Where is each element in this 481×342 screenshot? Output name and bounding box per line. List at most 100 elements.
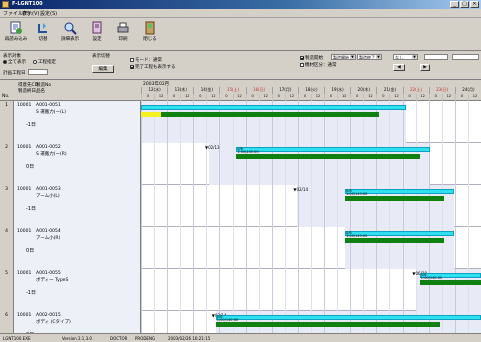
grid-line bbox=[258, 227, 260, 269]
filter-spinner[interactable] bbox=[28, 69, 48, 75]
row-delta: -1日 bbox=[26, 206, 36, 212]
day-header: 21(金) bbox=[376, 87, 402, 94]
grid-line bbox=[219, 269, 221, 311]
detail-button[interactable]: 詳細表示 bbox=[57, 21, 83, 48]
gantt-bar[interactable] bbox=[141, 112, 162, 117]
mode-checkbox[interactable]: モード：通常 bbox=[130, 57, 162, 63]
bar-label: 1:00/140:00 bbox=[216, 318, 239, 322]
gantt-bar[interactable] bbox=[215, 322, 441, 327]
grid-line bbox=[206, 185, 208, 227]
grid-line bbox=[245, 269, 247, 311]
grid-line bbox=[415, 101, 417, 143]
grid-line bbox=[271, 185, 273, 227]
gantt-bar[interactable] bbox=[419, 280, 481, 285]
table-row[interactable]: 1 10001 A001-0051 S 運搬力(ー(L) -1日 bbox=[0, 101, 481, 143]
grid-line bbox=[206, 227, 208, 269]
grid-line bbox=[376, 269, 378, 311]
gantt-bar[interactable] bbox=[345, 238, 444, 243]
row-ident: A001-0052 bbox=[36, 145, 61, 150]
grid-line bbox=[454, 101, 456, 143]
grid-line bbox=[454, 185, 456, 227]
row-ident: A001-0051 bbox=[36, 103, 61, 108]
combo-none[interactable]: なし bbox=[393, 54, 418, 60]
menu-view[interactable]: 表示(V) bbox=[22, 10, 39, 17]
row-delta: -1日 bbox=[26, 290, 36, 296]
grid-line bbox=[324, 185, 326, 227]
gantt-area[interactable]: ▼02/140/61:00/140:00 bbox=[141, 185, 481, 227]
row-name: ボディ (Cタイプ) bbox=[36, 320, 71, 325]
gantt-bar[interactable] bbox=[141, 105, 407, 110]
equip-checkbox[interactable]: 機材区分：通常 bbox=[300, 62, 337, 68]
combo-end[interactable]: 製造終了 bbox=[357, 54, 382, 60]
row-name: アーム小(L) bbox=[36, 194, 60, 199]
gantt-bar[interactable] bbox=[236, 147, 430, 152]
radio-all[interactable]: 全て表示 bbox=[3, 59, 26, 65]
gantt-bar[interactable] bbox=[345, 196, 444, 201]
gantt-grid: No. 得意先CD 製造終日 製造No 品名 2003年02月 12(水) 0 12… bbox=[0, 80, 481, 333]
gantt-area[interactable]: ▼06/200/61:00/140:00 bbox=[141, 269, 481, 311]
minimize-button[interactable]: _ bbox=[450, 1, 459, 8]
grid-line bbox=[350, 269, 352, 311]
scroll-left-button[interactable]: ◀ bbox=[393, 64, 405, 71]
table-row[interactable]: 4 10001 A001-0054 アーム小(R) 0日 0/6 1:00/140:00 bbox=[0, 227, 481, 269]
close-button[interactable]: × bbox=[470, 1, 479, 8]
show-done-checkbox[interactable]: 完了工程も表示する bbox=[130, 64, 176, 70]
grid-line bbox=[193, 269, 195, 311]
table-row[interactable]: 3 10001 A001-0053 アーム小(L) -1日 ▼02/14 0/6 1:00/1… bbox=[0, 185, 481, 227]
gantt-area[interactable]: 0/6 1:00/140:00 bbox=[141, 227, 481, 269]
table-row[interactable]: 610001A002-0015ボディ (Cタイプ)0日▼02/140/61:00… bbox=[0, 311, 481, 333]
menu-bar: ファイル(F) 表示(V) 設定(S) bbox=[0, 9, 481, 18]
hour-header: 12 bbox=[311, 94, 324, 101]
grid-line bbox=[428, 101, 430, 143]
gantt-bar[interactable] bbox=[215, 315, 481, 320]
gantt-area[interactable]: ▼02/13 0/6 1:00/140:00 bbox=[141, 143, 481, 185]
grid-line bbox=[297, 227, 299, 269]
grid-line bbox=[258, 269, 260, 311]
gantt-area[interactable]: ▼02/140/61:00/140:00 bbox=[141, 311, 481, 333]
close-doc-button[interactable]: 閉じる bbox=[137, 21, 163, 48]
combo-start[interactable]: 製造開始 bbox=[331, 54, 356, 60]
grid-line bbox=[337, 269, 339, 311]
switch-button[interactable]: 切替 bbox=[30, 21, 56, 48]
grid-line bbox=[232, 269, 234, 311]
gantt-bar[interactable] bbox=[236, 154, 420, 159]
reload-button[interactable]: 再読み込み bbox=[3, 21, 29, 48]
window-controls: _ □ × bbox=[450, 1, 479, 8]
range-field[interactable] bbox=[424, 54, 448, 60]
gantt-area[interactable] bbox=[141, 101, 481, 143]
grid-line bbox=[154, 311, 156, 333]
grid-line bbox=[141, 311, 142, 333]
range-field-2[interactable] bbox=[452, 54, 479, 60]
grid-line bbox=[232, 185, 234, 227]
hour-header: 0 bbox=[193, 94, 206, 101]
grid-line bbox=[180, 143, 182, 185]
options-bar: 表示対象 全て表示 工程指定 計画工程日 表示切替 編集 モード：通常 完了工程… bbox=[0, 51, 481, 80]
row-code: 10001 bbox=[17, 145, 32, 150]
settings-button[interactable]: 設定 bbox=[84, 21, 110, 48]
table-row[interactable]: 2 10001 A001-0052 S 運搬力(ー(R) 0日 ▼02/13 0/6 1:00… bbox=[0, 143, 481, 185]
gantt-bar[interactable] bbox=[161, 112, 379, 117]
print-button[interactable]: 印刷 bbox=[110, 21, 136, 48]
print-icon bbox=[117, 22, 129, 33]
toolbar: 再読み込み 切替 詳細表示 設定 印刷 閉じる bbox=[0, 18, 481, 51]
menu-settings[interactable]: 設定(S) bbox=[40, 10, 57, 17]
radio-process[interactable]: 工程指定 bbox=[33, 59, 56, 65]
day-header: 18(火) bbox=[297, 87, 324, 94]
row-info: 10001 A001-0055 ボディー TypeS -1日 bbox=[14, 269, 141, 311]
grid-line bbox=[180, 185, 182, 227]
row-number: 5 bbox=[0, 269, 14, 311]
day-header: 22(土) bbox=[402, 87, 429, 94]
grid-line bbox=[193, 185, 195, 227]
maximize-button[interactable]: □ bbox=[460, 1, 469, 8]
due-marker: ▼02/13 bbox=[205, 145, 220, 150]
app-icon bbox=[2, 1, 9, 8]
grid-line bbox=[271, 227, 273, 269]
grid-line bbox=[180, 311, 182, 333]
scroll-right-button[interactable]: ▶ bbox=[420, 64, 430, 71]
detail-icon bbox=[64, 22, 77, 35]
hour-header: 12 bbox=[154, 94, 167, 101]
day-header: 20(木) bbox=[350, 87, 376, 94]
start-checkbox[interactable]: 製造開始 bbox=[300, 55, 323, 61]
edit-button[interactable]: 編集 bbox=[92, 65, 114, 73]
table-row[interactable]: 510001 A001-0055 ボディー TypeS -1日 ▼06/200/61:0… bbox=[0, 269, 481, 311]
